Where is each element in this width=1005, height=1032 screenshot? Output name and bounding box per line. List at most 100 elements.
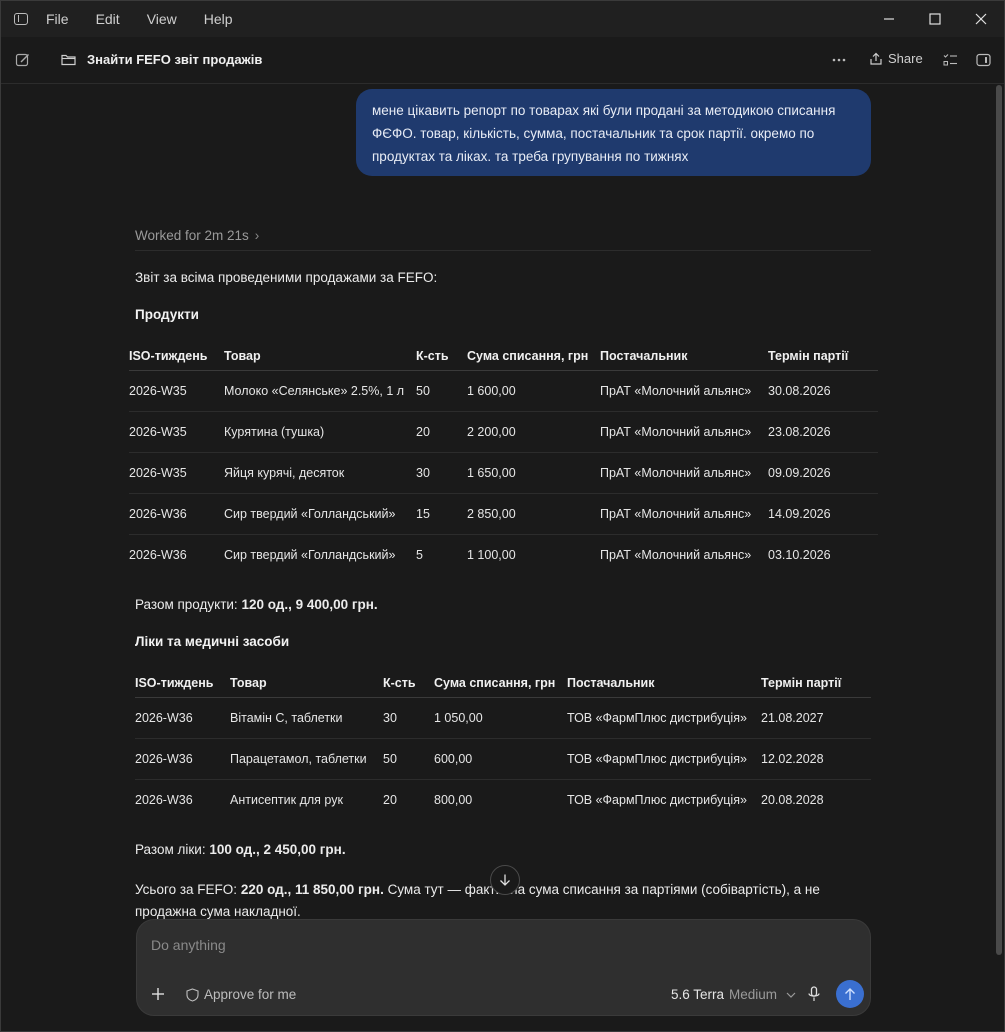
cell-qty: 20 [383, 793, 397, 807]
cell-product: Вітамін C, таблетки [230, 697, 383, 739]
cell-week: 2026-W35 [129, 370, 224, 412]
cell-supplier: ПрАТ «Молочний альянс» [600, 370, 768, 412]
cell-qty: 50 [416, 370, 467, 412]
cell-week: 2026-W36 [129, 548, 187, 562]
scrollbar[interactable] [996, 85, 1002, 955]
grand-total-note-2: продажна сума накладної. [135, 904, 301, 919]
table-row: 2026-W36 Сир твердий «Голландський» 15 2… [129, 493, 878, 535]
cell-expiry: 21.08.2027 [761, 697, 871, 739]
conversation-title: Знайти FEFO звіт продажів [87, 52, 263, 67]
arrow-up-icon [845, 988, 855, 1000]
cell-week: 2026-W35 [129, 452, 224, 494]
medicine-total-value: 100 од., 2 450,00 грн. [209, 842, 346, 857]
products-total-label: Разом продукти: [135, 597, 242, 612]
cell-week: 2026-W36 [135, 793, 193, 807]
cell-sum: 800,00 [434, 793, 473, 807]
table-row: 2026-W36 Парацетамол, таблетки 50 600,00… [135, 738, 871, 780]
cell-supplier: ТОВ «ФармПлюс дистрибуція» [567, 697, 761, 739]
medicine-total: Разом ліки: 100 од., 2 450,00 грн. [135, 842, 346, 857]
chevron-down-icon [786, 992, 796, 998]
cell-supplier: ТОВ «ФармПлюс дистрибуція» [567, 738, 761, 780]
new-chat-icon[interactable] [15, 52, 31, 68]
approve-for-me-toggle[interactable]: Approve for me [186, 987, 296, 1002]
cell-sum: 2 200,00 [467, 411, 600, 453]
chevron-right-icon: › [254, 228, 260, 243]
checklist-icon[interactable] [943, 53, 958, 67]
model-effort: Medium [729, 987, 778, 1002]
conversation-toolbar: Знайти FEFO звіт продажів Share [1, 37, 1004, 84]
cell-expiry: 03.10.2026 [768, 548, 831, 562]
report-intro: Звіт за всіма проведеними продажами за F… [135, 270, 438, 285]
arrow-down-icon [500, 874, 510, 886]
cell-qty: 20 [416, 411, 467, 453]
maximize-button[interactable] [912, 1, 958, 37]
medicine-total-label: Разом ліки: [135, 842, 210, 857]
model-selector[interactable]: 5.6 Terra Medium [671, 987, 796, 1002]
cell-sum: 2 850,00 [467, 493, 600, 535]
cell-supplier: ТОВ «ФармПлюс дистрибуція» [567, 793, 747, 807]
more-options-icon[interactable] [832, 58, 846, 62]
cell-supplier: ПрАТ «Молочний альянс» [600, 548, 752, 562]
cell-supplier: ПрАТ «Молочний альянс» [600, 493, 768, 535]
cell-sum: 600,00 [434, 738, 567, 780]
col-header: К-сть [416, 342, 467, 371]
cell-supplier: ПрАТ «Молочний альянс» [600, 411, 768, 453]
share-button[interactable]: Share [869, 51, 923, 66]
add-attachment-icon[interactable] [151, 987, 165, 1001]
side-panel-icon[interactable] [976, 53, 991, 67]
scroll-to-bottom-button[interactable] [490, 865, 520, 895]
cell-product: Сир твердий «Голландський» [224, 548, 396, 562]
col-header: К-сть [383, 669, 434, 698]
app-window: File Edit View Help Знайти FEFO звіт про… [0, 0, 1005, 1032]
cell-product: Сир твердий «Голландський» [224, 493, 416, 535]
table-row: 2026-W35 Курятина (тушка) 20 2 200,00 Пр… [129, 411, 878, 453]
menu-file[interactable]: File [46, 11, 69, 27]
table-row: 2026-W35 Молоко «Селянське» 2.5%, 1 л 50… [129, 370, 878, 412]
menu-edit[interactable]: Edit [96, 11, 120, 27]
products-heading: Продукти [135, 307, 199, 322]
send-button[interactable] [836, 980, 864, 1008]
cell-qty: 50 [383, 738, 434, 780]
menu-view[interactable]: View [147, 11, 177, 27]
table-row: 2026-W36 Антисептик для рук 20 800,00 ТО… [135, 780, 871, 821]
grand-total-label: Усього за FEFO: [135, 882, 241, 897]
cell-expiry: 12.02.2028 [761, 738, 871, 780]
cell-week: 2026-W36 [135, 738, 230, 780]
medicine-heading: Ліки та медичні засоби [135, 634, 290, 649]
composer: Approve for me 5.6 Terra Medium [136, 919, 871, 1016]
cell-sum: 1 600,00 [467, 370, 600, 412]
products-table: ISO-тиждень Товар К-сть Сума списання, г… [129, 342, 878, 575]
sidebar-toggle-icon[interactable] [14, 13, 28, 25]
cell-expiry: 20.08.2028 [761, 793, 824, 807]
cell-week: 2026-W36 [129, 493, 224, 535]
col-header: Сума списання, грн [434, 669, 567, 698]
col-header: Постачальник [600, 342, 768, 371]
worked-duration[interactable]: Worked for 2m 21s › [135, 228, 871, 251]
cell-product: Яйця курячі, десяток [224, 452, 416, 494]
table-header-row: ISO-тиждень Товар К-сть Сума списання, г… [129, 342, 878, 371]
table-row: 2026-W35 Яйця курячі, десяток 30 1 650,0… [129, 452, 878, 494]
minimize-icon [884, 18, 894, 20]
cell-expiry: 23.08.2026 [768, 411, 878, 453]
menu-help[interactable]: Help [204, 11, 233, 27]
shield-icon [186, 987, 199, 1002]
medicine-table: ISO-тиждень Товар К-сть Сума списання, г… [135, 669, 871, 820]
col-header: Сума списання, грн [467, 342, 600, 371]
close-icon [975, 13, 987, 25]
prompt-input[interactable] [149, 936, 853, 954]
col-header: Товар [224, 342, 416, 371]
close-button[interactable] [958, 1, 1004, 37]
table-row: 2026-W36 Сир твердий «Голландський» 5 1 … [129, 535, 878, 576]
cell-week: 2026-W36 [135, 697, 230, 739]
microphone-icon[interactable] [808, 986, 820, 1002]
cell-qty: 15 [416, 493, 467, 535]
col-header: Термін партії [761, 669, 871, 698]
cell-expiry: 09.09.2026 [768, 452, 878, 494]
user-message: мене цікавить репорт по товарах які були… [356, 89, 871, 176]
cell-product: Антисептик для рук [230, 793, 343, 807]
share-icon [870, 52, 882, 65]
cell-qty: 30 [416, 452, 467, 494]
cell-qty: 5 [416, 548, 423, 562]
worked-label: Worked for 2m 21s [135, 228, 249, 243]
minimize-button[interactable] [866, 1, 912, 37]
